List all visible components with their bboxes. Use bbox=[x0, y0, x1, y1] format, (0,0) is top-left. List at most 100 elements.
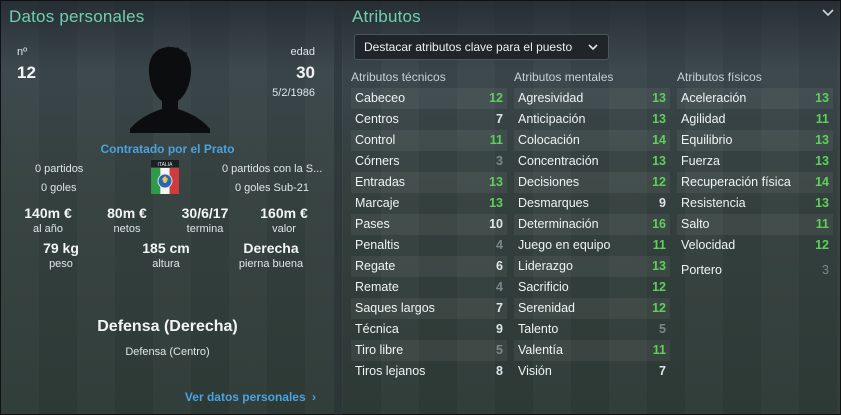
mental-attributes-column: Atributos mentales Agresividad 13 Anticipa… bbox=[514, 69, 670, 382]
attribute-row[interactable]: Marcaje 13 bbox=[351, 193, 507, 214]
attribute-row[interactable]: Decisiones 12 bbox=[514, 172, 670, 193]
attribute-value: 3 bbox=[496, 154, 503, 168]
attribute-value: 4 bbox=[496, 238, 503, 252]
attribute-row[interactable]: Colocación 14 bbox=[514, 130, 670, 151]
attribute-row[interactable]: Tiros lejanos 8 bbox=[351, 361, 507, 382]
attribute-row[interactable]: Control 11 bbox=[351, 130, 507, 151]
mental-attributes-list: Agresividad 13 Anticipación 13 Colocación 14 C… bbox=[514, 88, 670, 382]
attribute-name: Penaltis bbox=[355, 238, 400, 252]
attribute-name: Control bbox=[355, 133, 396, 147]
attribute-row[interactable]: Liderazgo 13 bbox=[514, 256, 670, 277]
attribute-value: 14 bbox=[652, 133, 666, 147]
attribute-row[interactable]: Centros 7 bbox=[351, 109, 507, 130]
attribute-row[interactable]: Penaltis 4 bbox=[351, 235, 507, 256]
number-label: nº bbox=[17, 46, 28, 58]
attribute-value: 8 bbox=[496, 364, 503, 378]
height-label: altura bbox=[152, 258, 180, 270]
attribute-row[interactable]: Recuperación física 14 bbox=[677, 172, 833, 193]
attribute-row[interactable]: Regate 6 bbox=[351, 256, 507, 277]
italy-flag-icon[interactable]: ITALIA bbox=[151, 160, 179, 196]
attribute-row[interactable]: Agilidad 11 bbox=[677, 109, 833, 130]
attribute-row[interactable]: Aceleración 13 bbox=[677, 88, 833, 109]
attribute-name: Marcaje bbox=[355, 196, 400, 210]
age-value: 30 bbox=[296, 63, 315, 82]
preferred-foot-label: pierna buena bbox=[238, 258, 304, 270]
highlight-attributes-dropdown[interactable]: Destacar atributos clave para el puesto bbox=[354, 34, 609, 60]
attribute-row[interactable]: Equilibrio 13 bbox=[677, 130, 833, 151]
attribute-row[interactable]: Cabeceo 12 bbox=[351, 88, 507, 109]
attribute-name: Equilibrio bbox=[681, 133, 733, 147]
attribute-row[interactable]: Entradas 13 bbox=[351, 172, 507, 193]
profile-screen: Datos personales nº 12 edad 30 5/2/1986 … bbox=[0, 0, 841, 415]
attribute-value: 10 bbox=[489, 217, 503, 231]
attribute-name: Desmarques bbox=[518, 196, 589, 210]
attribute-value: 12 bbox=[815, 238, 829, 252]
flag-country-label: ITALIA bbox=[158, 162, 174, 168]
attribute-value: 11 bbox=[489, 133, 503, 147]
attribute-name: Concentración bbox=[518, 154, 599, 168]
attribute-row[interactable]: Juego en equipo 11 bbox=[514, 235, 670, 256]
attribute-value: 12 bbox=[652, 280, 666, 294]
attribute-name: Tiro libre bbox=[355, 343, 404, 357]
attribute-name: Talento bbox=[518, 322, 559, 336]
chevron-down-icon[interactable] bbox=[821, 7, 835, 19]
wage-value: 140m € bbox=[24, 205, 72, 221]
physical-attributes-list: Aceleración 13 Agilidad 11 Equilibrio 13 Fuerz… bbox=[677, 88, 833, 256]
technical-attributes-column: Atributos técnicos Cabeceo 12 Centros 7 Cont… bbox=[351, 69, 507, 382]
attribute-row[interactable]: Pases 10 bbox=[351, 214, 507, 235]
attribute-value: 7 bbox=[496, 301, 503, 315]
u21-goals-count: 0 goles Sub-21 bbox=[235, 182, 309, 194]
attribute-row[interactable]: Visión 7 bbox=[514, 361, 670, 382]
attribute-value: 13 bbox=[489, 196, 503, 210]
attribute-row[interactable]: Fuerza 13 bbox=[677, 151, 833, 172]
dropdown-selected-label: Destacar atributos clave para el puesto bbox=[364, 40, 573, 54]
attribute-row[interactable]: Agresividad 13 bbox=[514, 88, 670, 109]
attribute-row[interactable]: Concentración 13 bbox=[514, 151, 670, 172]
attribute-name: Saques largos bbox=[355, 301, 435, 315]
attribute-row[interactable]: Velocidad 12 bbox=[677, 235, 833, 256]
attribute-row[interactable]: Desmarques 9 bbox=[514, 193, 670, 214]
net-wage-label: netos bbox=[113, 223, 141, 235]
attribute-row[interactable]: Resistencia 13 bbox=[677, 193, 833, 214]
attribute-value: 14 bbox=[815, 175, 829, 189]
chevron-right-icon: › bbox=[312, 390, 316, 404]
attribute-row[interactable]: Remate 4 bbox=[351, 277, 507, 298]
mental-attributes-header: Atributos mentales bbox=[514, 70, 614, 84]
technical-attributes-header: Atributos técnicos bbox=[351, 70, 446, 84]
primary-position: Defensa (Derecha) bbox=[97, 318, 238, 335]
attribute-row[interactable]: Salto 11 bbox=[677, 214, 833, 235]
attribute-value: 13 bbox=[652, 112, 666, 126]
attribute-value: 7 bbox=[659, 364, 666, 378]
attribute-row[interactable]: Córners 3 bbox=[351, 151, 507, 172]
attribute-name: Anticipación bbox=[518, 112, 586, 126]
attribute-value: 12 bbox=[652, 301, 666, 315]
contract-club-link[interactable]: Contratado por el Prato bbox=[1, 142, 334, 156]
attributes-panel: Atributos Destacar atributos clave para … bbox=[342, 1, 841, 415]
attribute-name: Entradas bbox=[355, 175, 406, 189]
wage-label: al año bbox=[33, 223, 63, 235]
attribute-row[interactable]: Técnica 9 bbox=[351, 319, 507, 340]
attribute-row[interactable]: Sacrificio 12 bbox=[514, 277, 670, 298]
attribute-row[interactable]: Anticipación 13 bbox=[514, 109, 670, 130]
attribute-row[interactable]: Tiro libre 5 bbox=[351, 340, 507, 361]
attribute-row[interactable]: Valentía 11 bbox=[514, 340, 670, 361]
attribute-value: 13 bbox=[815, 154, 829, 168]
technical-attributes-list: Cabeceo 12 Centros 7 Control 11 Córners 3 Entrad… bbox=[351, 88, 507, 382]
attribute-value: 11 bbox=[652, 343, 666, 357]
view-personal-details-link[interactable]: Ver datos personales › bbox=[185, 390, 316, 404]
attribute-row[interactable]: Serenidad 12 bbox=[514, 298, 670, 319]
attribute-name: Tiros lejanos bbox=[355, 364, 426, 378]
goalkeeper-attribute-row[interactable]: Portero 3 bbox=[677, 260, 833, 281]
attribute-value: 11 bbox=[815, 217, 829, 231]
attribute-name: Remate bbox=[355, 280, 399, 294]
attribute-name: Agresividad bbox=[518, 91, 584, 105]
attribute-value: 13 bbox=[652, 91, 666, 105]
attribute-name: Aceleración bbox=[681, 91, 747, 105]
contract-end-value: 30/6/17 bbox=[181, 205, 229, 221]
attribute-row[interactable]: Saques largos 7 bbox=[351, 298, 507, 319]
attribute-value: 13 bbox=[815, 196, 829, 210]
attribute-name: Fuerza bbox=[681, 154, 720, 168]
attribute-row[interactable]: Talento 5 bbox=[514, 319, 670, 340]
birthdate: 5/2/1986 bbox=[272, 87, 315, 99]
attribute-row[interactable]: Determinación 16 bbox=[514, 214, 670, 235]
